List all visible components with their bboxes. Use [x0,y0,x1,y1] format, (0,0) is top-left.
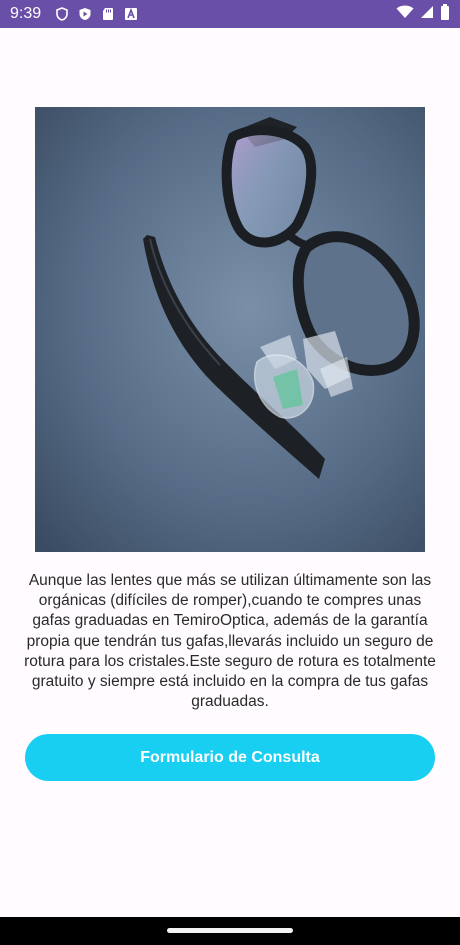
signal-icon [420,5,434,24]
home-gesture-handle[interactable] [167,928,293,933]
status-notification-icons [55,7,138,21]
consultation-form-button[interactable]: Formulario de Consulta [25,734,435,781]
battery-icon [440,3,450,25]
status-bar: 9:39 [0,0,460,28]
status-system-icons [396,0,450,28]
status-time: 9:39 [10,5,42,22]
play-protect-icon [78,7,92,21]
insurance-description: Aunque las lentes que más se utilizan úl… [24,572,436,711]
wifi-icon [396,5,414,24]
sd-card-icon [101,7,115,21]
shield-icon [55,7,69,21]
broken-glasses-photo [35,107,425,552]
font-a-icon [124,7,138,21]
